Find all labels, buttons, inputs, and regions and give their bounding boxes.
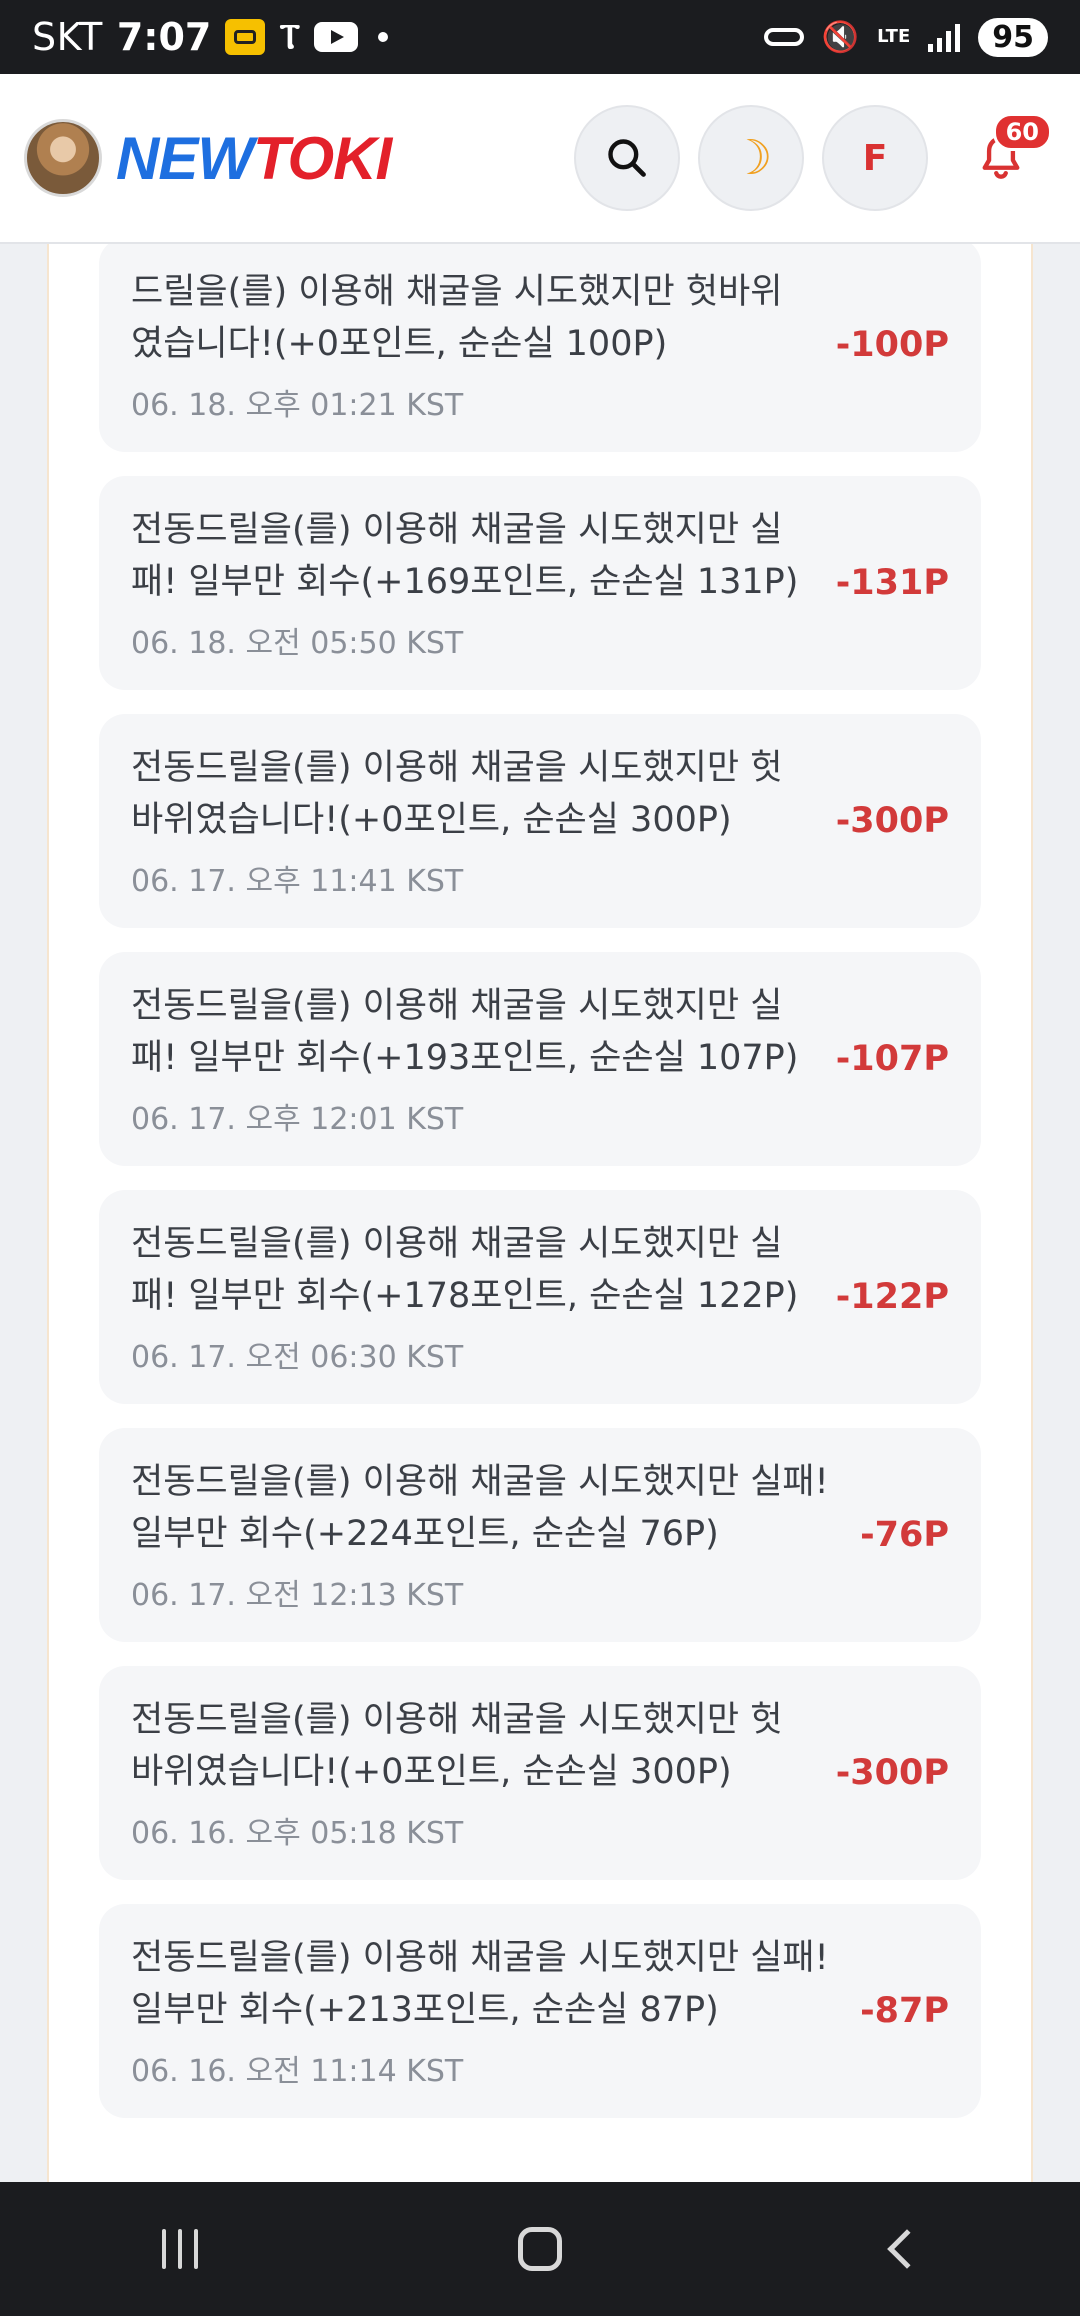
transaction-text: 전동드릴을(를) 이용해 채굴을 시도했지만 실패! 일부만 회수(+169포인… (131, 504, 812, 662)
logo-part-toki: TOKI (252, 124, 392, 192)
recent-apps-button[interactable] (120, 2204, 240, 2294)
android-nav-bar (0, 2182, 1080, 2316)
profile-initial: F (862, 137, 888, 179)
dark-mode-toggle[interactable]: ☽ (698, 105, 804, 211)
signal-icon (928, 22, 961, 52)
transaction-amount: -300P (835, 801, 949, 841)
transaction-description: 드릴을(를) 이용해 채굴을 시도했지만 헛바위였습니다!(+0포인트, 순손실… (131, 272, 783, 364)
more-notifications-dot-icon (378, 32, 389, 42)
transaction-text: 전동드릴을(를) 이용해 채굴을 시도했지만 실패! 일부만 회수(+224포인… (131, 1456, 836, 1614)
site-logo[interactable]: NEWTOKI (116, 124, 392, 193)
app-notification-icon (225, 19, 266, 55)
list-item: 전동드릴을(를) 이용해 채굴을 시도했지만 실패! 일부만 회수(+224포인… (99, 1428, 981, 1642)
transaction-time: 06. 17. 오전 06:30 KST (131, 1340, 464, 1375)
moon-icon: ☽ (729, 130, 773, 186)
points-history-panel: 드릴을(를) 이용해 채굴을 시도했지만 헛바위였습니다!(+0포인트, 순손실… (47, 244, 1033, 2182)
mute-icon: 🔇 (821, 19, 860, 55)
notifications-button[interactable]: 60 (946, 105, 1056, 211)
vpn-key-icon (763, 28, 804, 46)
home-icon (518, 2227, 562, 2271)
transaction-description: 전동드릴을(를) 이용해 채굴을 시도했지만 실패! 일부만 회수(+213포인… (131, 1938, 829, 2030)
transaction-time: 06. 17. 오후 12:01 KST (131, 1102, 464, 1137)
transaction-amount: -87P (860, 1991, 949, 2031)
site-header: NEWTOKI ☽ F 60 (0, 74, 1080, 244)
transaction-text: 전동드릴을(를) 이용해 채굴을 시도했지만 실패! 일부만 회수(+193포인… (131, 980, 812, 1138)
transaction-time: 06. 16. 오전 11:14 KST (131, 2054, 464, 2089)
list-item: 전동드릴을(를) 이용해 채굴을 시도했지만 실패! 일부만 회수(+169포인… (99, 476, 981, 690)
search-icon (608, 139, 646, 177)
transaction-time: 06. 17. 오후 11:41 KST (131, 864, 464, 899)
transaction-description: 전동드릴을(를) 이용해 채굴을 시도했지만 실패! 일부만 회수(+169포인… (131, 510, 799, 602)
youtube-icon (314, 22, 359, 52)
transaction-description: 전동드릴을(를) 이용해 채굴을 시도했지만 헛바위였습니다!(+0포인트, 순… (131, 748, 783, 840)
transaction-description: 전동드릴을(를) 이용해 채굴을 시도했지만 실패! 일부만 회수(+178포인… (131, 1224, 799, 1316)
transaction-text: 드릴을(를) 이용해 채굴을 시도했지만 헛바위였습니다!(+0포인트, 순손실… (131, 266, 812, 424)
transaction-amount: -122P (835, 1277, 949, 1317)
transaction-time: 06. 18. 오후 01:21 KST (131, 388, 464, 423)
profile-button[interactable]: F (822, 105, 928, 211)
transaction-time: 06. 17. 오전 12:13 KST (131, 1578, 464, 1613)
site-avatar[interactable] (24, 119, 102, 197)
logo-part-new: NEW (116, 124, 254, 192)
back-icon (887, 2229, 927, 2269)
transaction-time: 06. 18. 오전 05:50 KST (131, 626, 464, 661)
t-app-icon: Ⲧ (279, 17, 301, 57)
transaction-description: 전동드릴을(를) 이용해 채굴을 시도했지만 헛바위였습니다!(+0포인트, 순… (131, 1700, 783, 1792)
list-item: 전동드릴을(를) 이용해 채굴을 시도했지만 실패! 일부만 회수(+213포인… (99, 1904, 981, 2118)
transaction-text: 전동드릴을(를) 이용해 채굴을 시도했지만 헛바위였습니다!(+0포인트, 순… (131, 742, 812, 900)
transaction-amount: -300P (835, 1753, 949, 1793)
transaction-text: 전동드릴을(를) 이용해 채굴을 시도했지만 실패! 일부만 회수(+178포인… (131, 1218, 812, 1376)
transaction-amount: -107P (835, 1039, 949, 1079)
back-button[interactable] (840, 2204, 960, 2294)
status-bar: SKT 7:07 Ⲧ 🔇 LTE 95 (0, 0, 1080, 74)
notification-count-badge: 60 (992, 113, 1052, 151)
transaction-description: 전동드릴을(를) 이용해 채굴을 시도했지만 실패! 일부만 회수(+193포인… (131, 986, 799, 1078)
recent-apps-icon (162, 2229, 198, 2269)
battery-level: 95 (978, 17, 1048, 57)
list-item: 전동드릴을(를) 이용해 채굴을 시도했지만 헛바위였습니다!(+0포인트, 순… (99, 714, 981, 928)
transaction-amount: -131P (835, 563, 949, 603)
transaction-description: 전동드릴을(를) 이용해 채굴을 시도했지만 실패! 일부만 회수(+224포인… (131, 1462, 829, 1554)
transaction-amount: -76P (860, 1515, 949, 1555)
clock: 7:07 (116, 15, 212, 59)
transaction-list: 드릴을(를) 이용해 채굴을 시도했지만 헛바위였습니다!(+0포인트, 순손실… (99, 244, 981, 2142)
search-button[interactable] (574, 105, 680, 211)
list-item: 전동드릴을(를) 이용해 채굴을 시도했지만 실패! 일부만 회수(+193포인… (99, 952, 981, 1166)
list-item: 드릴을(를) 이용해 채굴을 시도했지만 헛바위였습니다!(+0포인트, 순손실… (99, 244, 981, 452)
list-item: 전동드릴을(를) 이용해 채굴을 시도했지만 실패! 일부만 회수(+178포인… (99, 1190, 981, 1404)
transaction-amount: -100P (835, 325, 949, 365)
home-button[interactable] (480, 2204, 600, 2294)
network-type: LTE (877, 26, 911, 47)
transaction-text: 전동드릴을(를) 이용해 채굴을 시도했지만 헛바위였습니다!(+0포인트, 순… (131, 1694, 812, 1852)
list-item: 전동드릴을(를) 이용해 채굴을 시도했지만 헛바위였습니다!(+0포인트, 순… (99, 1666, 981, 1880)
transaction-time: 06. 16. 오후 05:18 KST (131, 1816, 464, 1851)
transaction-text: 전동드릴을(를) 이용해 채굴을 시도했지만 실패! 일부만 회수(+213포인… (131, 1932, 836, 2090)
carrier-label: SKT (32, 15, 103, 59)
